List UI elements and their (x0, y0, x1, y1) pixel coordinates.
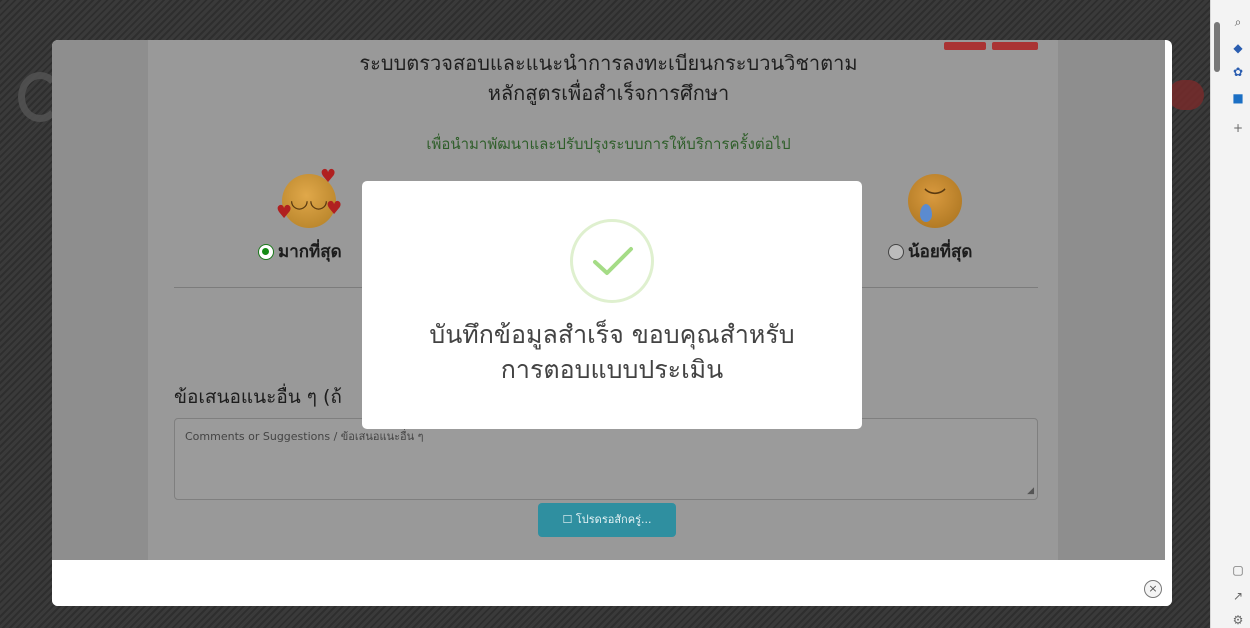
suggestion-placeholder: Comments or Suggestions / ข้อเสนอแนะอื่น… (185, 430, 424, 443)
add-icon[interactable]: + (1230, 120, 1246, 136)
scrollbar-thumb[interactable] (1214, 22, 1220, 72)
success-check-icon (570, 219, 654, 303)
suggestion-label: ข้อเสนอแนะอื่น ๆ (ถ้ (174, 386, 342, 408)
modal-footer: × (52, 560, 1172, 606)
crying-emoji-icon: ︶ (908, 174, 962, 228)
survey-title-line1: ระบบตรวจสอบและแนะนำการลงทะเบียนกระบวนวิช… (359, 51, 858, 75)
rating-option-most[interactable]: มากที่สุด (258, 238, 342, 265)
success-message-line1: บันทึกข้อมูลสำเร็จ ขอบคุณสำหรับ (429, 320, 795, 349)
background-red-button (1168, 80, 1204, 110)
tear-icon (920, 204, 932, 222)
heart-icon: ♥ (276, 202, 293, 223)
heart-icon: ♥ (320, 166, 337, 187)
rating-label-most: มากที่สุด (278, 242, 342, 262)
rating-label-least: น้อยที่สุด (908, 242, 973, 262)
success-alert: บันทึกข้อมูลสำเร็จ ขอบคุณสำหรับ การตอบแบ… (362, 181, 862, 429)
outlook-icon[interactable]: ■ (1230, 90, 1246, 106)
gear-icon[interactable]: ⚙ (1230, 612, 1246, 628)
survey-subtitle: เพื่อนำมาพัฒนาและปรับปรุงระบบการให้บริกา… (426, 135, 791, 153)
open-external-icon[interactable]: ↗ (1230, 588, 1246, 604)
radio-button-least[interactable] (888, 243, 904, 260)
tag-icon[interactable]: ◆ (1230, 40, 1246, 56)
rating-option-least[interactable]: น้อยที่สุด (888, 238, 972, 265)
resize-grip-icon[interactable]: ◢ (1027, 486, 1034, 496)
heart-icon: ♥ (326, 198, 343, 219)
search-icon[interactable]: ⌕ (1230, 14, 1246, 30)
submit-button[interactable]: ☐ โปรดรอสักครู่... (538, 503, 676, 537)
success-message-line2: การตอบแบบประเมิน (500, 355, 724, 384)
survey-title-line2: หลักสูตรเพื่อสำเร็จการศึกษา (487, 81, 730, 105)
settings-icon[interactable]: ✿ (1230, 64, 1246, 80)
radio-button-most[interactable] (258, 243, 274, 260)
love-emoji-icon: ◡◡ ♥ ♥ ♥ (276, 168, 342, 228)
survey-title: ระบบตรวจสอบและแนะนำการลงทะเบียนกระบวนวิช… (52, 48, 1165, 108)
close-icon[interactable]: × (1144, 580, 1162, 598)
sad-face: ︶ (923, 188, 946, 213)
success-message: บันทึกข้อมูลสำเร็จ ขอบคุณสำหรับ การตอบแบ… (362, 317, 862, 387)
suggestion-textarea[interactable]: Comments or Suggestions / ข้อเสนอแนะอื่น… (174, 418, 1038, 500)
panel-layout-icon[interactable]: ▢ (1230, 562, 1246, 578)
